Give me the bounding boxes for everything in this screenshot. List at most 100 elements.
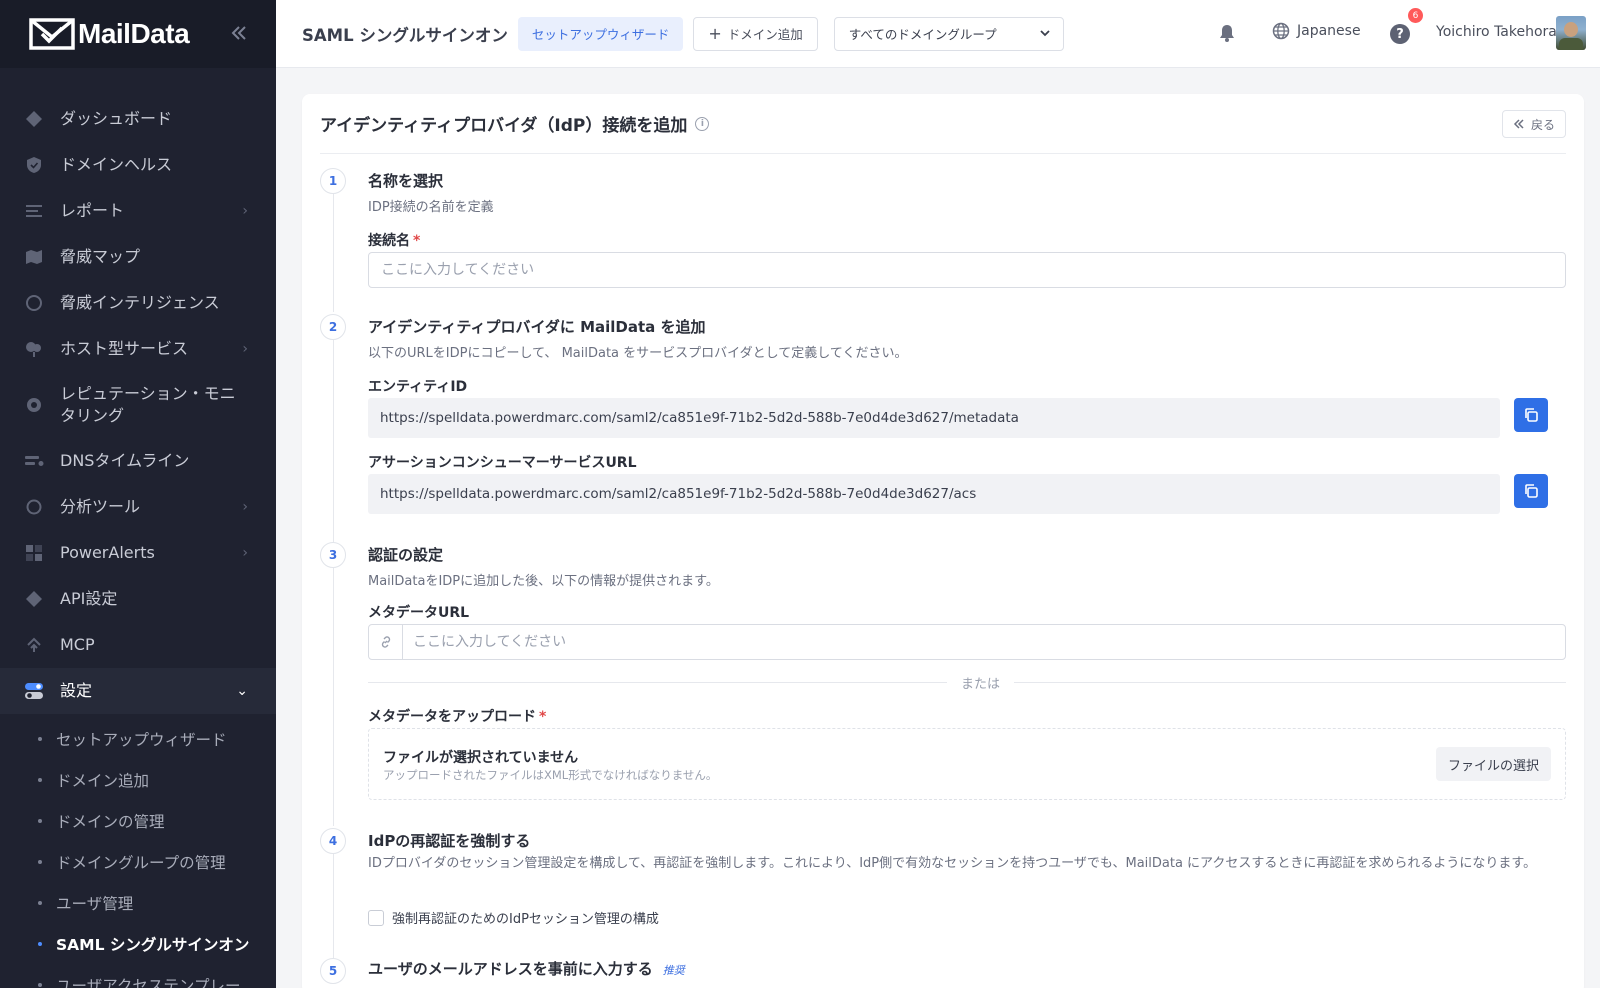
page-title: SAML シングルサインオン [302,25,508,45]
sidebar-item-mcp[interactable]: MCP [0,622,276,668]
sidebar-item-analysis-tools[interactable]: 分析ツール › [0,484,276,530]
plus-icon: + [708,24,722,43]
maildata-logo-icon [29,18,75,50]
sidebar-item-label: 脅威インテリジェンス [60,293,220,312]
bullet-icon [38,900,42,905]
user-name[interactable]: Yoichiro Takehora [1436,24,1557,40]
metadata-url-field [368,624,1566,660]
submenu-item-label: ユーザ管理 [56,894,134,913]
required-asterisk: * [413,233,421,249]
submenu-item-user-access-templates[interactable]: ユーザアクセステンプレー [0,964,276,988]
submenu-item-label: ドメイングループの管理 [56,853,226,872]
domain-group-select[interactable]: すべてのドメイングループ [833,16,1064,51]
back-label: 戻る [1530,117,1555,132]
chevron-down-icon [1040,29,1050,36]
sidebar-item-label: PowerAlerts [60,543,155,562]
language-selector[interactable]: Japanese [1272,22,1361,40]
double-chevron-left-icon [1513,119,1524,129]
top-header: SAML シングルサインオン セットアップウィザード + ドメイン追加 すべての… [276,0,1600,68]
sidebar-item-label: 設定 [60,681,93,700]
mcp-icon [27,637,41,652]
globe-icon [1272,22,1290,40]
sidebar-item-poweralerts[interactable]: PowerAlerts › [0,530,276,576]
step-description: IDプロバイダのセッション管理設定を構成して、再認証を強制します。これにより、I… [368,856,1537,871]
avatar[interactable] [1556,16,1586,50]
submenu-item-label: ユーザアクセステンプレー [56,976,241,988]
card-title: アイデンティティプロバイダ（IdP）接続を追加 [320,116,688,136]
collapse-sidebar-button[interactable] [228,22,250,44]
info-icon[interactable]: i [695,116,710,131]
back-button[interactable]: 戻る [1501,110,1566,138]
acs-url-field[interactable]: https://spelldata.powerdmarc.com/saml2/c… [368,474,1500,514]
sidebar-item-api-settings[interactable]: API設定 [0,576,276,622]
sidebar-item-label: API設定 [60,589,118,608]
upload-label-text: メタデータをアップロード [368,709,536,725]
sidebar-item-settings[interactable]: 設定 ⌄ [0,668,276,714]
question-mark-icon: ? [1396,26,1404,42]
sidebar-item-hosted-services[interactable]: ホスト型サービス › [0,326,276,372]
sidebar-item-reputation-monitoring[interactable]: レピュテーション・モニタリング [0,372,276,438]
diamond-icon [26,111,42,127]
shield-icon [27,157,41,173]
metadata-url-input[interactable] [403,625,1565,659]
chevron-right-icon: › [242,499,248,515]
checkbox-label: 強制再認証のためのIdPセッション管理の構成 [392,912,659,927]
sidebar-item-threat-intelligence[interactable]: 脅威インテリジェンス [0,280,276,326]
submenu-item-add-domain[interactable]: ドメイン追加 [0,759,276,800]
bell-icon[interactable] [1216,22,1238,44]
submenu-item-label: SAML シングルサインオン [56,935,250,954]
metadata-upload-dropzone[interactable]: ファイルが選択されていません アップロードされたファイルはXML形式でなければな… [368,728,1566,800]
settings-submenu: セットアップウィザード ドメイン追加 ドメインの管理 ドメイングループの管理 ユ… [0,714,276,988]
step-title: アイデンティティプロバイダに MailData を追加 [368,318,706,336]
add-domain-label: ドメイン追加 [727,27,803,42]
link-icon [381,636,390,648]
sidebar-item-domain-health[interactable]: ドメインヘルス [0,142,276,188]
radar-icon [26,295,42,311]
choose-file-button[interactable]: ファイルの選択 [1435,747,1551,781]
report-icon [26,205,42,217]
brand-name: MailData [78,18,190,49]
or-divider: または [368,674,1566,692]
help-button[interactable]: ? [1390,24,1410,44]
sidebar-item-reports[interactable]: レポート › [0,188,276,234]
circle-icon [26,499,42,515]
step-connector [333,340,334,542]
step-title: ユーザのメールアドレスを事前に入力する 推奨 [368,958,685,979]
step-connector [333,854,334,958]
language-label: Japanese [1297,23,1361,39]
submenu-item-user-management[interactable]: ユーザ管理 [0,882,276,923]
copy-acs-url-button[interactable] [1514,474,1548,508]
chevron-down-icon: ⌄ [236,683,248,699]
copy-entity-id-button[interactable] [1514,398,1548,432]
copy-icon [1525,408,1538,422]
add-domain-button[interactable]: + ドメイン追加 [693,16,818,51]
step-number: 2 [320,314,346,340]
bullet-icon [38,859,42,864]
sidebar-item-label: ホスト型サービス [60,339,189,358]
submenu-item-manage-domains[interactable]: ドメインの管理 [0,800,276,841]
submenu-item-setup-wizard[interactable]: セットアップウィザード [0,718,276,759]
connection-name-input[interactable] [368,252,1566,288]
upload-status: ファイルが選択されていません [383,750,579,766]
sidebar-item-label: ダッシュボード [60,109,173,128]
metadata-url-label: メタデータURL [368,605,470,621]
sidebar-item-dns-timeline[interactable]: DNSタイムライン [0,438,276,484]
force-reauth-checkbox[interactable] [368,909,384,926]
submenu-item-label: ドメインの管理 [56,812,165,831]
setup-wizard-button[interactable]: セットアップウィザード [517,16,684,51]
sidebar-item-threat-map[interactable]: 脅威マップ [0,234,276,280]
double-chevron-left-icon [231,26,246,40]
alerts-grid-icon [26,545,42,561]
copy-icon [1525,484,1538,498]
step-connector [333,194,334,312]
bullet-icon [38,941,42,946]
sidebar-item-label: 分析ツール [60,497,141,516]
submenu-item-manage-domain-groups[interactable]: ドメイングループの管理 [0,841,276,882]
upload-label: メタデータをアップロード * [368,706,546,726]
settings-toggle-icon [25,683,43,699]
sidebar-item-dashboard[interactable]: ダッシュボード [0,96,276,142]
entity-id-field[interactable]: https://spelldata.powerdmarc.com/saml2/c… [368,398,1500,438]
force-reauth-checkbox-row[interactable]: 強制再認証のためのIdPセッション管理の構成 [368,908,659,927]
timeline-icon [25,456,44,466]
submenu-item-saml-sso[interactable]: SAML シングルサインオン [0,923,276,964]
